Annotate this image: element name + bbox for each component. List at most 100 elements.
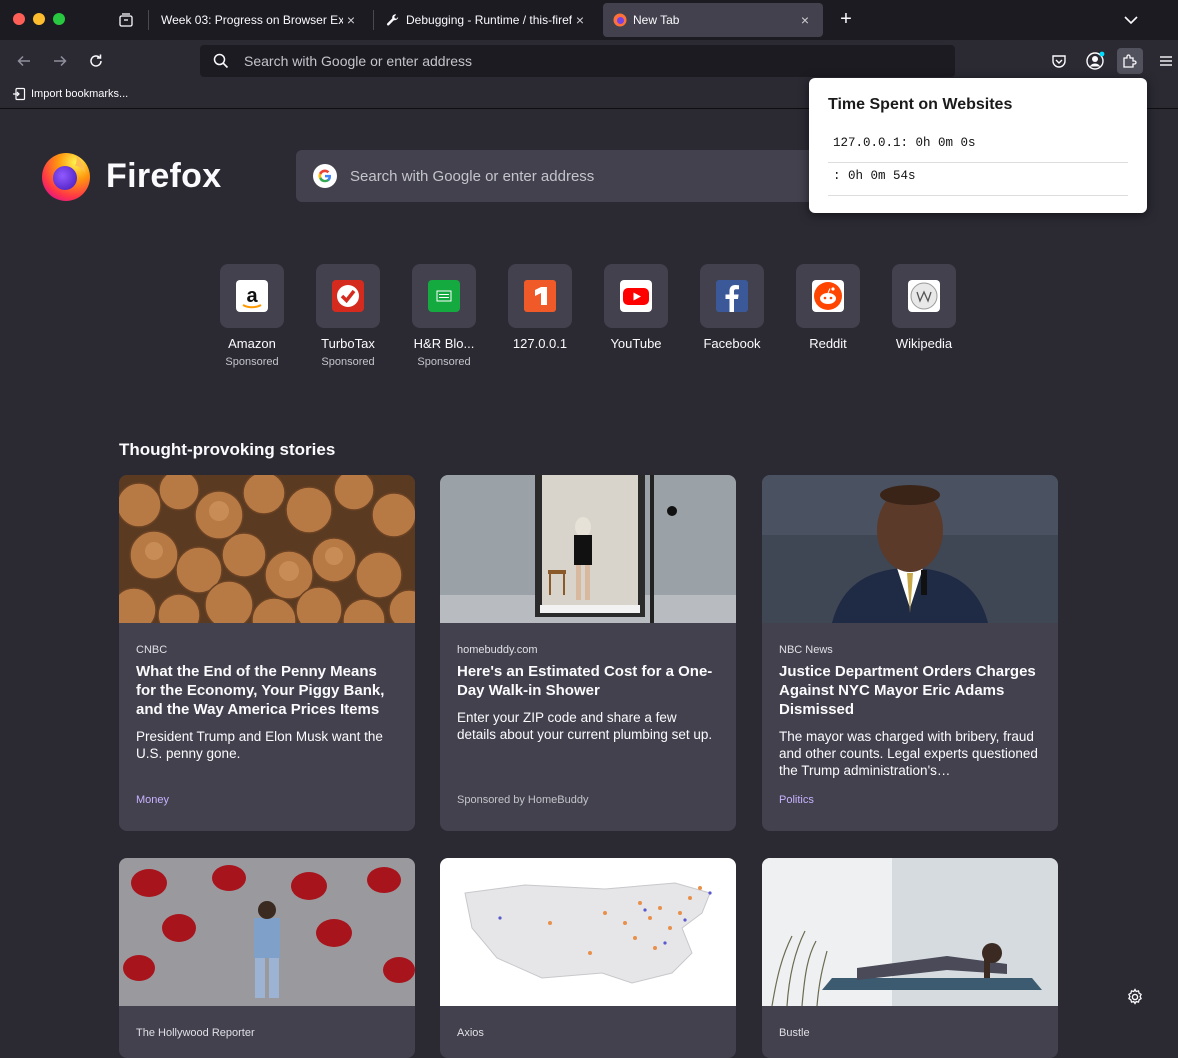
story-image-pennies: [119, 475, 415, 623]
address-input[interactable]: [244, 53, 924, 69]
popup-title: Time Spent on Websites: [828, 96, 1013, 113]
tab-separator: [373, 10, 374, 30]
shortcut-tile-youtube[interactable]: YouTube: [588, 264, 684, 351]
firefox-tab-icon: [613, 13, 627, 27]
tile-label: TurboTax: [321, 336, 375, 351]
story-source: homebuddy.com: [457, 644, 538, 656]
google-icon: [312, 163, 338, 189]
new-tab-page: Firefox Search with Google or enter addr…: [0, 110, 1178, 1058]
close-tab-icon[interactable]: ×: [343, 12, 359, 28]
extension-popup: Time Spent on Websites 127.0.0.1: 0h 0m …: [809, 78, 1147, 213]
story-card[interactable]: CNBC What the End of the Penny Means for…: [119, 475, 415, 831]
address-bar[interactable]: [200, 45, 955, 77]
tile-label: YouTube: [610, 336, 662, 351]
tab-new-tab[interactable]: New Tab ×: [603, 3, 823, 37]
story-image-plank: [762, 858, 1058, 1006]
import-icon: [13, 87, 26, 101]
shortcut-tile-hrblock[interactable]: H&R Blo... Sponsored: [396, 264, 492, 368]
story-source: NBC News: [779, 644, 833, 656]
site-time-row: : 0h 0m 54s: [828, 163, 1128, 196]
tile-sponsored: Sponsored: [225, 356, 279, 368]
tab-title: Week 03: Progress on Browser Exter: [161, 13, 343, 27]
firefox-wordmark: Firefox: [106, 156, 222, 195]
story-excerpt: President Trump and Elon Musk want the U…: [136, 729, 383, 761]
account-icon[interactable]: [1082, 48, 1108, 74]
story-card[interactable]: Bustle: [762, 858, 1058, 1058]
close-tab-icon[interactable]: ×: [797, 12, 813, 28]
import-bookmarks-button[interactable]: Import bookmarks...: [12, 87, 128, 101]
reload-icon[interactable]: [85, 50, 107, 72]
story-excerpt: The mayor was charged with bribery, frau…: [779, 729, 1038, 778]
story-card[interactable]: Axios: [440, 858, 736, 1058]
chevron-down-icon[interactable]: [1122, 11, 1140, 29]
close-window-button[interactable]: [13, 13, 25, 25]
pocket-icon[interactable]: [1046, 48, 1072, 74]
letter-tile-icon: [524, 280, 556, 312]
navigation-toolbar: [0, 40, 1178, 82]
story-title[interactable]: What the End of the Penny Means for the …: [136, 662, 398, 719]
turbotax-icon: [332, 280, 364, 312]
story-image-performers: [119, 858, 415, 1006]
zoom-window-button[interactable]: [53, 13, 65, 25]
wrench-icon: [386, 13, 400, 27]
story-source: CNBC: [136, 644, 168, 656]
shortcut-tile-facebook[interactable]: Facebook: [684, 264, 780, 351]
hrblock-icon: [428, 280, 460, 312]
story-image-shower: [440, 475, 736, 623]
import-bookmarks-label: Import bookmarks...: [31, 88, 129, 100]
tab-title: New Tab: [633, 13, 680, 27]
tile-label: 127.0.0.1: [512, 336, 568, 351]
tab-week03[interactable]: Week 03: Progress on Browser Exter ×: [151, 3, 369, 37]
back-arrow-icon[interactable]: [13, 50, 35, 72]
story-source: Axios: [457, 1027, 484, 1039]
story-tag: Money: [136, 794, 170, 806]
close-tab-icon[interactable]: ×: [572, 12, 588, 28]
hamburger-menu-icon[interactable]: [1153, 48, 1178, 74]
story-tag: Politics: [779, 794, 814, 806]
shortcut-tile-amazon[interactable]: a Amazon Sponsored: [204, 264, 300, 368]
extensions-puzzle-icon[interactable]: [1117, 48, 1143, 74]
firefox-view-icon[interactable]: [112, 8, 140, 32]
forward-arrow-icon[interactable]: [49, 50, 71, 72]
shortcut-tile-wikipedia[interactable]: Wikipedia: [876, 264, 972, 351]
story-image-map: [440, 858, 736, 1006]
new-tab-button[interactable]: +: [836, 9, 856, 29]
tile-label: Wikipedia: [895, 336, 953, 351]
personalize-gear-icon[interactable]: [1125, 987, 1145, 1007]
story-title[interactable]: Here's an Estimated Cost for a One-Day W…: [457, 662, 719, 700]
minimize-window-button[interactable]: [33, 13, 45, 25]
tile-label: H&R Blo...: [413, 336, 475, 351]
story-source: The Hollywood Reporter: [136, 1027, 255, 1039]
tab-debugging[interactable]: Debugging - Runtime / this-firef ×: [376, 3, 598, 37]
shortcut-tile-localhost[interactable]: 127.0.0.1: [492, 264, 588, 351]
tile-label: Amazon: [228, 336, 276, 351]
firefox-logo-icon: [42, 153, 90, 201]
shortcut-tile-turbotax[interactable]: TurboTax Sponsored: [300, 264, 396, 368]
facebook-icon: [716, 280, 748, 312]
story-excerpt: Enter your ZIP code and share a few deta…: [457, 710, 713, 742]
tile-label: Facebook: [703, 336, 761, 351]
tile-sponsored: Sponsored: [321, 356, 375, 368]
tile-sponsored: Sponsored: [417, 356, 471, 368]
story-image-adams: [762, 475, 1058, 623]
story-card[interactable]: homebuddy.com Here's an Estimated Cost f…: [440, 475, 736, 831]
tab-title: Debugging - Runtime / this-firef: [406, 13, 572, 27]
svg-text:a: a: [246, 285, 258, 307]
amazon-icon: a: [236, 280, 268, 312]
stories-heading: Thought-provoking stories: [119, 440, 336, 459]
wikipedia-icon: [908, 280, 940, 312]
youtube-icon: [620, 280, 652, 312]
story-title[interactable]: Justice Department Orders Charges Agains…: [779, 662, 1041, 719]
firefox-logo: Firefox: [40, 150, 221, 202]
story-card[interactable]: The Hollywood Reporter: [119, 858, 415, 1058]
search-icon: [212, 52, 230, 70]
newtab-search-placeholder[interactable]: Search with Google or enter address: [350, 168, 594, 185]
reddit-icon: [812, 280, 844, 312]
story-card[interactable]: NBC News Justice Department Orders Charg…: [762, 475, 1058, 831]
story-source: Bustle: [779, 1027, 810, 1039]
tab-strip: Week 03: Progress on Browser Exter × Deb…: [0, 0, 1178, 40]
story-sponsor: Sponsored by HomeBuddy: [457, 794, 589, 806]
shortcut-tile-reddit[interactable]: Reddit: [780, 264, 876, 351]
newtab-search-box[interactable]: Search with Google or enter address: [296, 150, 836, 202]
tile-label: Reddit: [809, 336, 847, 351]
